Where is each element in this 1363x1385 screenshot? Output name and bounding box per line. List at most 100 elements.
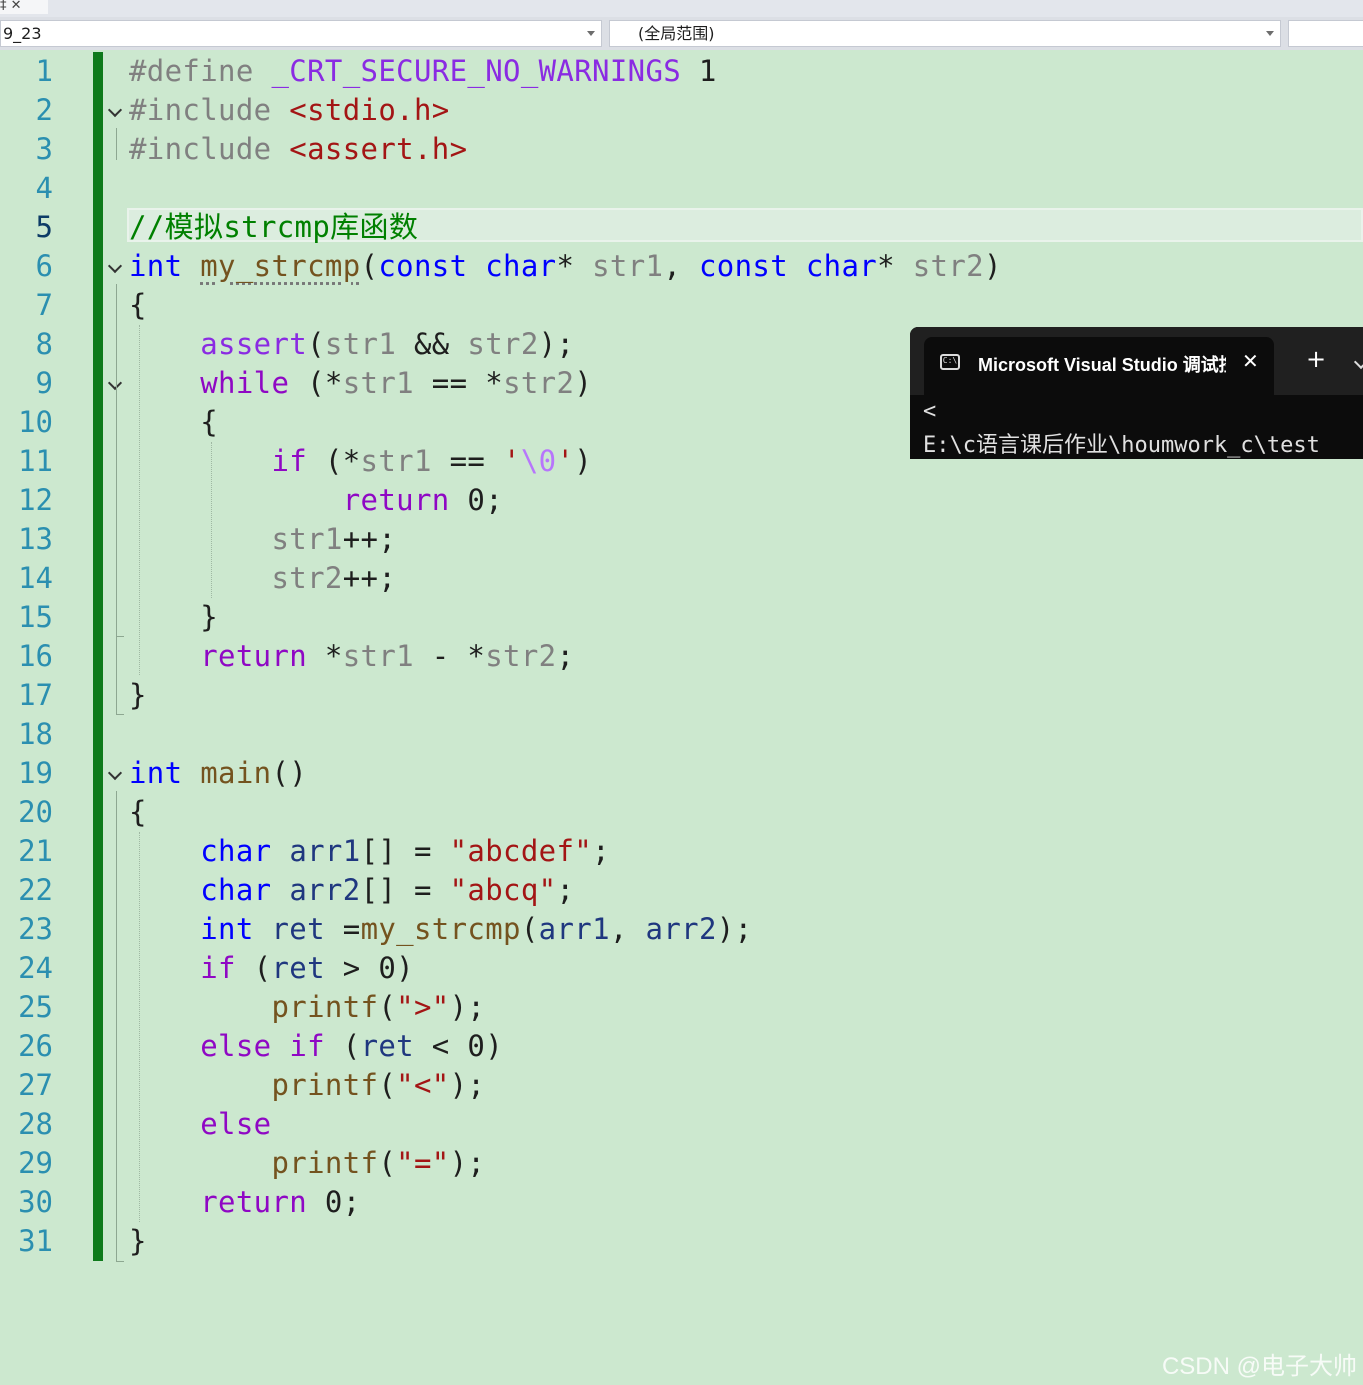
- code-line-22[interactable]: char arr2[] = "abcq";: [129, 871, 574, 910]
- token: main: [200, 756, 272, 790]
- chevron-down-icon[interactable]: [587, 31, 595, 36]
- fold-chevron-icon[interactable]: [107, 258, 125, 276]
- code-line-28[interactable]: else: [129, 1105, 272, 1144]
- token: ==: [431, 444, 504, 478]
- code-line-9[interactable]: while (*str1 == *str2): [129, 364, 592, 403]
- code-line-15[interactable]: }: [129, 598, 218, 637]
- token: ,: [663, 249, 699, 283]
- code-line-24[interactable]: if (ret > 0): [129, 949, 414, 988]
- code-line-16[interactable]: return *str1 - *str2;: [129, 637, 574, 676]
- debug-console-window[interactable]: C:\ Microsoft Visual Studio 调试控 ✕ + < E:…: [910, 327, 1363, 459]
- token: const: [378, 249, 468, 283]
- token: {: [129, 405, 219, 439]
- token: ,: [609, 912, 646, 946]
- code-line-23[interactable]: int ret =my_strcmp(arr1, arr2);: [129, 910, 752, 949]
- outline-guide-end: [116, 636, 124, 637]
- document-tab[interactable]: ‡ ✕: [0, 0, 48, 14]
- line-number: 23: [18, 912, 53, 946]
- code-line-7[interactable]: {: [129, 286, 147, 325]
- code-line-1[interactable]: #define _CRT_SECURE_NO_WARNINGS 1: [129, 52, 717, 91]
- fold-chevron-icon[interactable]: [107, 102, 125, 120]
- code-line-19[interactable]: int main(): [129, 754, 307, 793]
- line-number: 6: [35, 249, 53, 283]
- code-line-5[interactable]: //模拟strcmp库函数: [129, 208, 418, 247]
- token: arr1: [538, 912, 610, 946]
- line-number: 8: [35, 327, 53, 361]
- token: ;: [556, 639, 575, 673]
- code-line-14[interactable]: str2++;: [129, 559, 396, 598]
- code-line-20[interactable]: {: [129, 793, 147, 832]
- token: str1: [324, 327, 397, 361]
- token: str1: [360, 444, 432, 478]
- code-line-6[interactable]: int my_strcmp(const char* str1, const ch…: [129, 247, 1002, 286]
- token: }: [129, 1224, 147, 1258]
- fold-chevron-icon[interactable]: [107, 765, 125, 783]
- token: ): [574, 444, 593, 478]
- code-editor[interactable]: 1 2 3 4 5 6 7 8 9 10 11 12 13 14 15 16 1…: [0, 50, 1363, 1385]
- line-number: 27: [18, 1068, 53, 1102]
- console-icon: C:\: [940, 354, 960, 370]
- code-line-31[interactable]: }: [129, 1222, 147, 1261]
- line-number: 28: [18, 1107, 53, 1141]
- code-line-8[interactable]: assert(str1 && str2);: [129, 325, 574, 364]
- scope-dropdown[interactable]: (全局范围): [609, 20, 1281, 47]
- code-line-11[interactable]: if (*str1 == '\0'): [129, 442, 592, 481]
- member-dropdown[interactable]: [1288, 20, 1363, 47]
- project-dropdown-value: 9_23: [3, 24, 42, 43]
- token: const: [698, 249, 789, 283]
- token: int: [129, 756, 183, 790]
- token: [] =: [360, 873, 450, 907]
- line-number: 30: [18, 1185, 53, 1219]
- token: (*: [289, 366, 343, 400]
- project-dropdown[interactable]: 9_23: [0, 20, 602, 47]
- token: ret: [360, 1029, 414, 1063]
- code-line-3[interactable]: #include <assert.h>: [129, 130, 467, 169]
- chevron-down-icon[interactable]: [1353, 354, 1363, 370]
- token: "<": [396, 1068, 450, 1102]
- token: else: [200, 1029, 272, 1063]
- code-line-26[interactable]: else if (ret < 0): [129, 1027, 503, 1066]
- line-number: 25: [18, 990, 53, 1024]
- navigation-bar: 9_23 (全局范围): [0, 17, 1363, 50]
- code-line-2[interactable]: #include <stdio.h>: [129, 91, 450, 130]
- watermark: CSDN @电子大帅: [1161, 1353, 1357, 1380]
- change-tracking-bar: [93, 52, 103, 1261]
- chevron-down-icon[interactable]: [1266, 31, 1274, 36]
- token: &&: [396, 327, 468, 361]
- line-number: 13: [18, 522, 53, 556]
- token: {: [129, 288, 147, 322]
- new-tab-plus-icon[interactable]: +: [1306, 347, 1326, 371]
- code-line-25[interactable]: printf(">");: [129, 988, 485, 1027]
- token: (: [378, 1146, 397, 1180]
- token: #define: [129, 54, 272, 88]
- code-line-12[interactable]: return 0;: [129, 481, 503, 520]
- token: assert: [200, 327, 308, 361]
- code-line-21[interactable]: char arr1[] = "abcdef";: [129, 832, 610, 871]
- token: my_strcmp: [360, 912, 521, 946]
- token: \0: [520, 444, 557, 478]
- token: (: [360, 249, 379, 283]
- terminal-tab[interactable]: C:\ Microsoft Visual Studio 调试控 ✕: [924, 337, 1274, 395]
- token: printf: [271, 990, 379, 1024]
- token: (*: [307, 444, 361, 478]
- code-line-13[interactable]: str1++;: [129, 520, 396, 559]
- token: (: [378, 990, 397, 1024]
- code-line-30[interactable]: return 0;: [129, 1183, 361, 1222]
- code-line-29[interactable]: printf("=");: [129, 1144, 485, 1183]
- code-line-17[interactable]: }: [129, 676, 147, 715]
- code-line-27[interactable]: printf("<");: [129, 1066, 485, 1105]
- code-line-10[interactable]: {: [129, 403, 218, 442]
- terminal-tab-title: Microsoft Visual Studio 调试控: [978, 355, 1226, 375]
- line-number: 19: [18, 756, 53, 790]
- close-icon[interactable]: ✕: [1242, 349, 1259, 373]
- line-number: 15: [18, 600, 53, 634]
